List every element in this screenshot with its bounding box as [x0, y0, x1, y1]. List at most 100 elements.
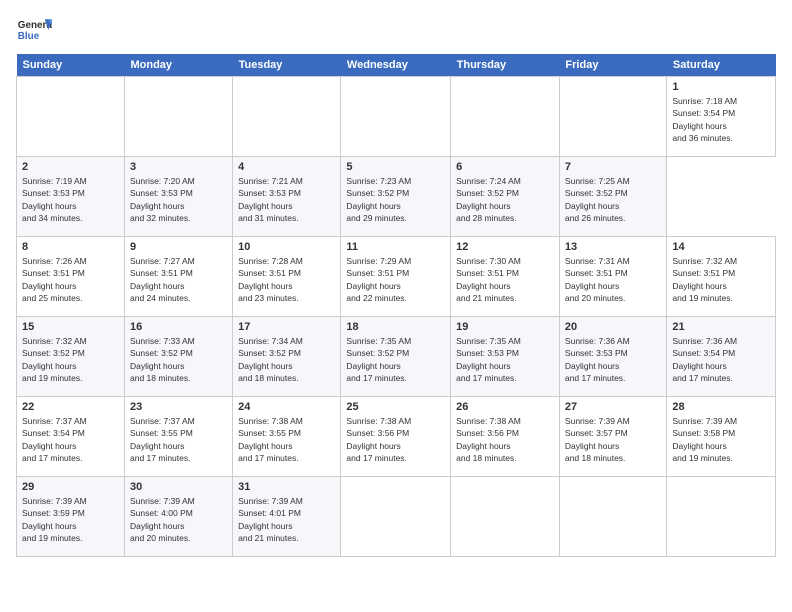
calendar-week-row: 29 Sunrise: 7:39 AMSunset: 3:59 PMDaylig…	[17, 477, 776, 557]
day-info: Sunrise: 7:37 AMSunset: 3:55 PMDaylight …	[130, 415, 227, 464]
day-info: Sunrise: 7:33 AMSunset: 3:52 PMDaylight …	[130, 335, 227, 384]
calendar-week-row: 1 Sunrise: 7:18 AMSunset: 3:54 PMDayligh…	[17, 77, 776, 157]
day-info: Sunrise: 7:38 AMSunset: 3:55 PMDaylight …	[238, 415, 335, 464]
day-number: 7	[565, 161, 661, 173]
day-info: Sunrise: 7:27 AMSunset: 3:51 PMDaylight …	[130, 255, 227, 304]
day-number: 3	[130, 161, 227, 173]
empty-day-cell	[667, 477, 776, 557]
logo-icon: General Blue	[16, 12, 52, 48]
calendar-week-row: 8 Sunrise: 7:26 AMSunset: 3:51 PMDayligh…	[17, 237, 776, 317]
day-number: 5	[346, 161, 445, 173]
day-cell: 23 Sunrise: 7:37 AMSunset: 3:55 PMDaylig…	[124, 397, 232, 477]
day-cell: 11 Sunrise: 7:29 AMSunset: 3:51 PMDaylig…	[341, 237, 451, 317]
empty-day-cell	[451, 477, 560, 557]
day-number: 2	[22, 161, 119, 173]
day-number: 23	[130, 401, 227, 413]
day-cell: 26 Sunrise: 7:38 AMSunset: 3:56 PMDaylig…	[451, 397, 560, 477]
day-number: 8	[22, 241, 119, 253]
calendar-table: SundayMondayTuesdayWednesdayThursdayFrid…	[16, 54, 776, 557]
day-number: 22	[22, 401, 119, 413]
calendar-week-row: 15 Sunrise: 7:32 AMSunset: 3:52 PMDaylig…	[17, 317, 776, 397]
day-info: Sunrise: 7:20 AMSunset: 3:53 PMDaylight …	[130, 175, 227, 224]
day-cell: 13 Sunrise: 7:31 AMSunset: 3:51 PMDaylig…	[559, 237, 666, 317]
day-cell: 10 Sunrise: 7:28 AMSunset: 3:51 PMDaylig…	[233, 237, 341, 317]
empty-day-cell	[17, 77, 125, 157]
day-info: Sunrise: 7:30 AMSunset: 3:51 PMDaylight …	[456, 255, 554, 304]
day-cell: 22 Sunrise: 7:37 AMSunset: 3:54 PMDaylig…	[17, 397, 125, 477]
empty-day-cell	[124, 77, 232, 157]
day-cell: 31 Sunrise: 7:39 AMSunset: 4:01 PMDaylig…	[233, 477, 341, 557]
day-cell: 12 Sunrise: 7:30 AMSunset: 3:51 PMDaylig…	[451, 237, 560, 317]
day-cell: 8 Sunrise: 7:26 AMSunset: 3:51 PMDayligh…	[17, 237, 125, 317]
day-info: Sunrise: 7:39 AMSunset: 3:58 PMDaylight …	[672, 415, 770, 464]
day-info: Sunrise: 7:28 AMSunset: 3:51 PMDaylight …	[238, 255, 335, 304]
empty-day-cell	[341, 477, 451, 557]
day-number: 21	[672, 321, 770, 333]
day-cell: 25 Sunrise: 7:38 AMSunset: 3:56 PMDaylig…	[341, 397, 451, 477]
day-info: Sunrise: 7:26 AMSunset: 3:51 PMDaylight …	[22, 255, 119, 304]
day-number: 25	[346, 401, 445, 413]
day-cell: 7 Sunrise: 7:25 AMSunset: 3:52 PMDayligh…	[559, 157, 666, 237]
empty-day-cell	[341, 77, 451, 157]
day-cell: 29 Sunrise: 7:39 AMSunset: 3:59 PMDaylig…	[17, 477, 125, 557]
day-number: 27	[565, 401, 661, 413]
empty-day-cell	[559, 77, 666, 157]
day-cell: 28 Sunrise: 7:39 AMSunset: 3:58 PMDaylig…	[667, 397, 776, 477]
day-number: 6	[456, 161, 554, 173]
day-number: 20	[565, 321, 661, 333]
day-info: Sunrise: 7:19 AMSunset: 3:53 PMDaylight …	[22, 175, 119, 224]
day-cell: 30 Sunrise: 7:39 AMSunset: 4:00 PMDaylig…	[124, 477, 232, 557]
day-cell: 3 Sunrise: 7:20 AMSunset: 3:53 PMDayligh…	[124, 157, 232, 237]
svg-text:Blue: Blue	[18, 31, 40, 42]
logo: General Blue	[16, 12, 52, 48]
day-info: Sunrise: 7:38 AMSunset: 3:56 PMDaylight …	[346, 415, 445, 464]
day-number: 15	[22, 321, 119, 333]
day-number: 17	[238, 321, 335, 333]
header: General Blue	[16, 12, 776, 48]
day-of-week-header: Monday	[124, 54, 232, 77]
calendar-week-row: 22 Sunrise: 7:37 AMSunset: 3:54 PMDaylig…	[17, 397, 776, 477]
empty-day-cell	[233, 77, 341, 157]
day-of-week-header: Wednesday	[341, 54, 451, 77]
day-cell: 17 Sunrise: 7:34 AMSunset: 3:52 PMDaylig…	[233, 317, 341, 397]
day-of-week-header: Friday	[559, 54, 666, 77]
day-info: Sunrise: 7:34 AMSunset: 3:52 PMDaylight …	[238, 335, 335, 384]
day-number: 19	[456, 321, 554, 333]
day-info: Sunrise: 7:18 AMSunset: 3:54 PMDaylight …	[672, 95, 770, 144]
day-number: 30	[130, 481, 227, 493]
day-info: Sunrise: 7:24 AMSunset: 3:52 PMDaylight …	[456, 175, 554, 224]
day-info: Sunrise: 7:29 AMSunset: 3:51 PMDaylight …	[346, 255, 445, 304]
day-info: Sunrise: 7:39 AMSunset: 4:00 PMDaylight …	[130, 495, 227, 544]
day-number: 13	[565, 241, 661, 253]
day-cell: 15 Sunrise: 7:32 AMSunset: 3:52 PMDaylig…	[17, 317, 125, 397]
day-of-week-header: Saturday	[667, 54, 776, 77]
day-number: 4	[238, 161, 335, 173]
day-info: Sunrise: 7:21 AMSunset: 3:53 PMDaylight …	[238, 175, 335, 224]
calendar-body: 1 Sunrise: 7:18 AMSunset: 3:54 PMDayligh…	[17, 77, 776, 557]
day-info: Sunrise: 7:39 AMSunset: 3:57 PMDaylight …	[565, 415, 661, 464]
page-container: General Blue SundayMondayTuesdayWednesda…	[0, 0, 792, 565]
day-cell: 18 Sunrise: 7:35 AMSunset: 3:52 PMDaylig…	[341, 317, 451, 397]
day-number: 31	[238, 481, 335, 493]
day-cell: 6 Sunrise: 7:24 AMSunset: 3:52 PMDayligh…	[451, 157, 560, 237]
calendar-week-row: 2 Sunrise: 7:19 AMSunset: 3:53 PMDayligh…	[17, 157, 776, 237]
day-number: 29	[22, 481, 119, 493]
day-cell: 4 Sunrise: 7:21 AMSunset: 3:53 PMDayligh…	[233, 157, 341, 237]
day-cell: 27 Sunrise: 7:39 AMSunset: 3:57 PMDaylig…	[559, 397, 666, 477]
day-info: Sunrise: 7:36 AMSunset: 3:54 PMDaylight …	[672, 335, 770, 384]
day-cell: 21 Sunrise: 7:36 AMSunset: 3:54 PMDaylig…	[667, 317, 776, 397]
day-number: 16	[130, 321, 227, 333]
day-number: 10	[238, 241, 335, 253]
day-cell: 14 Sunrise: 7:32 AMSunset: 3:51 PMDaylig…	[667, 237, 776, 317]
day-cell: 5 Sunrise: 7:23 AMSunset: 3:52 PMDayligh…	[341, 157, 451, 237]
day-number: 11	[346, 241, 445, 253]
day-cell: 16 Sunrise: 7:33 AMSunset: 3:52 PMDaylig…	[124, 317, 232, 397]
day-info: Sunrise: 7:38 AMSunset: 3:56 PMDaylight …	[456, 415, 554, 464]
day-number: 1	[672, 81, 770, 93]
day-cell: 2 Sunrise: 7:19 AMSunset: 3:53 PMDayligh…	[17, 157, 125, 237]
day-number: 9	[130, 241, 227, 253]
day-of-week-header: Thursday	[451, 54, 560, 77]
empty-day-cell	[559, 477, 666, 557]
day-number: 18	[346, 321, 445, 333]
day-number: 28	[672, 401, 770, 413]
